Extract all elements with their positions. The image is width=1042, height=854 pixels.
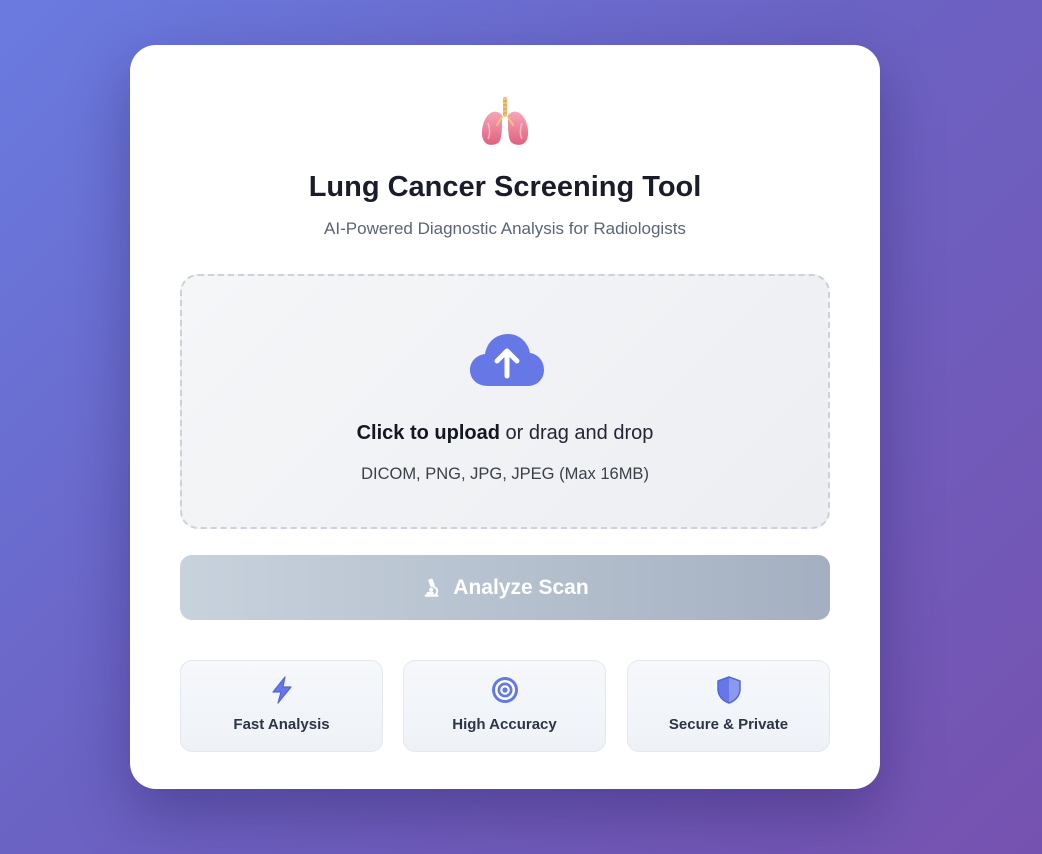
shield-icon — [716, 676, 741, 704]
feature-secure-private: Secure & Private — [627, 660, 830, 752]
upload-instruction: Click to upload or drag and drop — [182, 422, 828, 445]
file-dropzone[interactable]: Click to upload or drag and drop DICOM, … — [180, 274, 830, 529]
upload-instruction-suffix: or drag and drop — [499, 422, 654, 444]
feature-label: Secure & Private — [668, 716, 789, 733]
cloud-upload-icon — [470, 334, 544, 386]
accepted-formats: DICOM, PNG, JPG, JPEG (Max 16MB) — [361, 465, 649, 483]
analyze-scan-button[interactable]: Analyze Scan — [180, 555, 830, 620]
microscope-icon — [424, 578, 439, 597]
feature-fast-analysis: Fast Analysis — [180, 660, 383, 752]
feature-list: Fast Analysis High Accuracy Secure & Pri… — [180, 660, 830, 752]
page-title: Lung Cancer Screening Tool — [308, 171, 702, 203]
click-to-upload-link[interactable]: Click to upload — [357, 422, 500, 444]
feature-high-accuracy: High Accuracy — [403, 660, 606, 752]
analyze-scan-label: Analyze Scan — [453, 575, 589, 599]
lightning-icon — [271, 676, 292, 704]
upload-card: Lung Cancer Screening Tool AI-Powered Di… — [130, 45, 880, 789]
feature-label: High Accuracy — [452, 716, 557, 733]
feature-label: Fast Analysis — [233, 716, 330, 733]
lungs-icon — [481, 97, 529, 145]
page-subtitle: AI-Powered Diagnostic Analysis for Radio… — [324, 219, 686, 238]
target-icon — [491, 677, 518, 703]
